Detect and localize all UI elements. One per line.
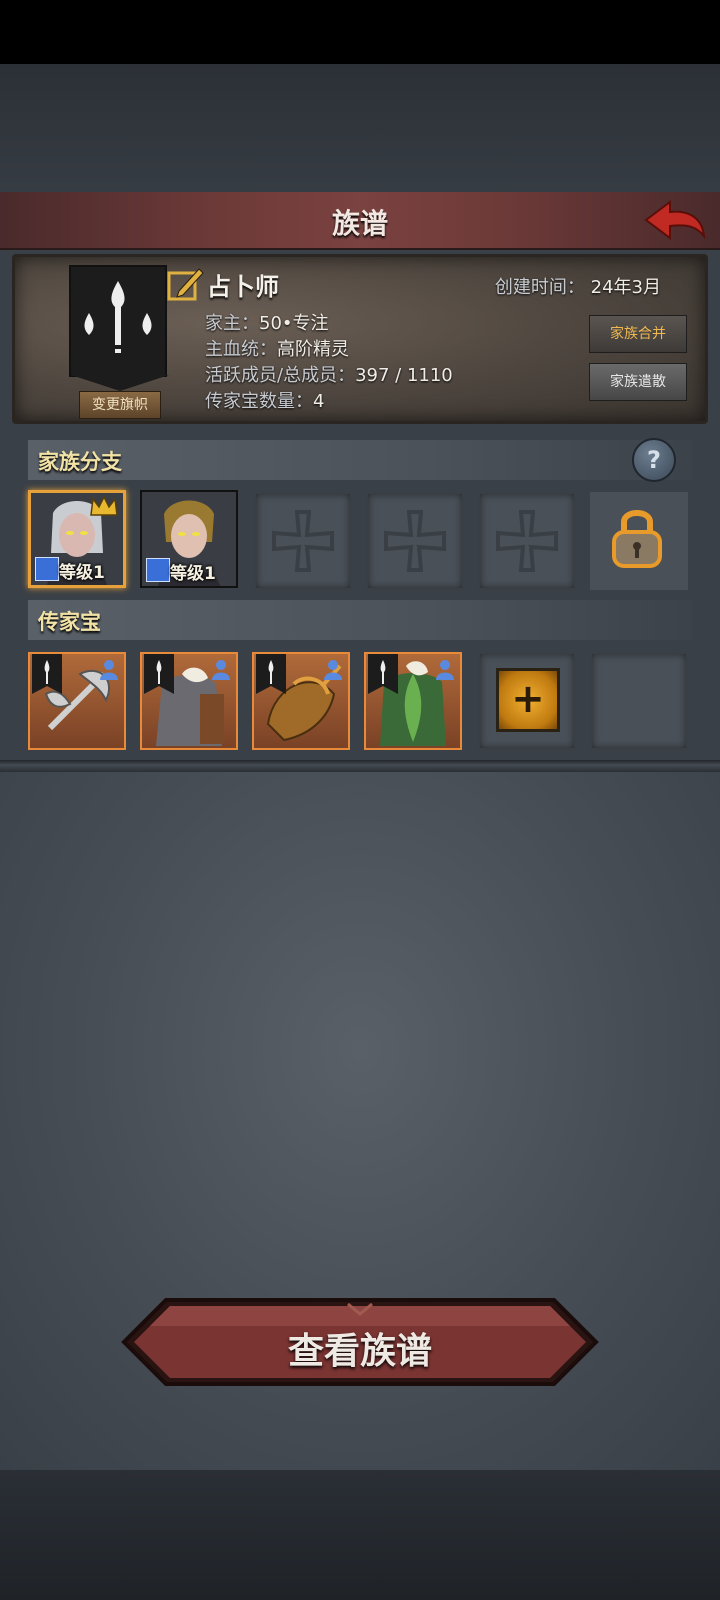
bloodline-label: 主血统： [205,339,277,360]
bottom-background [0,1470,720,1600]
family-flag-icon [256,654,286,694]
branches-title: 家族分支 [38,450,122,474]
family-flag-icon [32,654,62,694]
page-title: 族谱 [331,207,388,240]
treasures-header: 传家宝 [28,600,692,640]
edit-name-icon[interactable] [167,265,205,303]
leader-value: 50•专注 [259,313,329,334]
heirloom-count-label: 传家宝数量： [205,391,313,412]
heirloom-count-value: 4 [313,391,325,412]
cross-emblem-icon [384,510,446,572]
treasure-slot-1[interactable] [28,652,126,750]
created-label: 创建时间： [494,277,585,298]
branches-header: 家族分支 [28,440,692,480]
user-icon [436,660,454,680]
flame-emblem-icon [84,281,152,356]
branch-level: 等级1 [59,563,105,583]
branch-slot-1[interactable]: 等级1 [28,490,126,588]
branch-slot-2[interactable]: 等级1 [140,490,238,588]
family-merge-button[interactable]: 家族合并 [589,315,687,353]
family-banner[interactable] [69,265,169,391]
created-time: 创建时间： 24年3月 [495,273,661,299]
created-value: 24年3月 [590,277,661,298]
branch-slot-5[interactable] [478,492,576,590]
back-arrow-icon[interactable] [642,198,708,244]
change-banner-button[interactable]: 变更旗帜 [79,391,161,419]
leader-info: 家主：50•专注 [205,309,329,335]
status-bar [0,0,720,64]
branch-slot-locked[interactable] [590,492,688,590]
class-badge-icon [35,557,59,581]
cross-emblem-icon [272,510,334,572]
top-background [0,64,720,192]
user-icon [100,660,118,680]
section-divider [0,760,720,772]
family-flag-icon [368,654,398,694]
class-badge-icon [146,558,170,582]
view-family-tree-label: 查看族谱 [287,1331,432,1372]
add-treasure-button[interactable]: + [496,668,560,732]
treasures-title: 传家宝 [38,610,101,634]
branch-level: 等级1 [170,564,216,584]
branch-slot-4[interactable] [366,492,464,590]
add-treasure-slot[interactable]: + [478,652,576,750]
heirloom-count-info: 传家宝数量：4 [205,387,324,413]
crown-icon [90,495,118,516]
help-icon[interactable]: ? [632,438,676,482]
family-flag-icon [144,654,174,694]
branch-slot-3[interactable] [254,492,352,590]
leader-label: 家主： [205,313,259,334]
treasure-slot-empty[interactable] [590,652,688,750]
treasure-slot-3[interactable] [252,652,350,750]
members-info: 活跃成员/总成员：397 / 1110 [205,361,453,387]
user-icon [324,660,342,680]
cross-emblem-icon [496,510,558,572]
family-name: 占卜师 [207,273,279,301]
family-disband-button[interactable]: 家族遣散 [589,363,687,401]
view-family-tree-button[interactable]: 查看族谱 [120,1296,600,1388]
members-value: 397 / 1110 [355,365,453,386]
treasure-slot-4[interactable] [364,652,462,750]
title-bar: 族谱 [0,192,720,250]
user-icon [212,660,230,680]
bloodline-value: 高阶精灵 [277,339,349,360]
members-label: 活跃成员/总成员： [205,365,356,386]
treasure-slot-2[interactable] [140,652,238,750]
family-info-card: 变更旗帜 占卜师 创建时间： 24年3月 家主：50•专注 主血统：高阶精灵 活… [12,254,708,424]
lock-icon [612,510,662,568]
bloodline-info: 主血统：高阶精灵 [205,335,349,361]
